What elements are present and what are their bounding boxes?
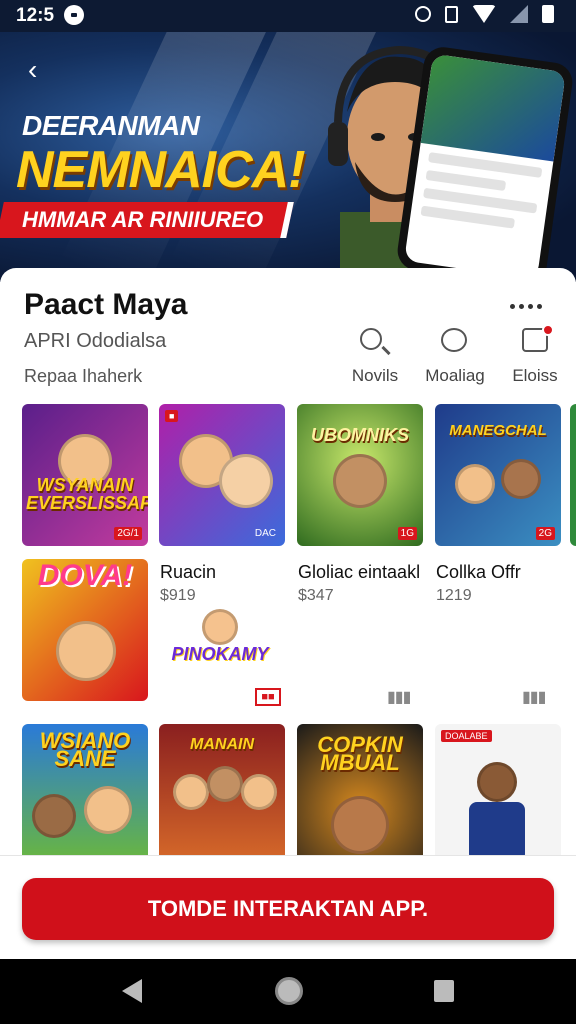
action-messages[interactable]: Eloiss (500, 324, 570, 386)
game-tile-tag: ■ (165, 410, 179, 422)
action-chat[interactable]: Moaliag (420, 326, 490, 386)
hero-ribbon-text: HMMAR AR RINIIUREO (22, 207, 264, 232)
game-tile-partial[interactable] (570, 404, 576, 546)
phone-mockup (395, 44, 575, 282)
character-art (84, 786, 132, 834)
game-tile-title: MANEGCHAL (449, 422, 547, 439)
back-arrow-icon[interactable]: ‹ (28, 56, 50, 84)
game-tile[interactable]: ■ DAC (159, 404, 285, 546)
action-row: Novils Moaliag Eloiss (340, 324, 570, 386)
character-art (56, 621, 116, 681)
nav-home-icon[interactable] (275, 977, 303, 1005)
action-label: Novils (351, 366, 399, 385)
hero-headline-main: NEMNAICA! (16, 141, 306, 199)
character-art (477, 762, 517, 802)
more-options-icon[interactable] (510, 296, 550, 316)
game-name: Gloliac eintaakl (298, 562, 421, 582)
clipboard-icon (445, 5, 458, 23)
game-grid: WSYANAIN EVERSLISSAFE 2G/1 ■ DAC UBOMNIK… (0, 404, 576, 864)
game-tile[interactable]: MANEGCHAL 2G (435, 404, 561, 546)
game-tile[interactable]: DOALABE (435, 724, 561, 864)
navigation-bar (0, 959, 576, 1024)
game-tile[interactable]: DOVA! (22, 559, 148, 701)
character-art (501, 459, 541, 499)
game-info[interactable]: Ruacin $919 (160, 562, 290, 605)
game-info[interactable]: Collka Offr 1219 (436, 562, 566, 605)
character-art (469, 802, 525, 862)
app-title: Paact Maya (24, 288, 188, 321)
game-info[interactable]: Gloliac eintaakl $347 (298, 562, 428, 605)
game-tile[interactable]: COPKIN MBUAL (297, 724, 423, 864)
game-tile-title: MANAIN (190, 736, 254, 753)
character-art (241, 774, 277, 810)
character-art (333, 454, 387, 508)
app-details-sheet: Paact Maya APRI Ododialsa Repaa Ihaherk … (0, 268, 576, 868)
game-tile-title: UBOMNIKS (311, 425, 409, 445)
grid-view-icon[interactable]: ▮▮▮ (387, 687, 419, 706)
signal-icon (510, 5, 528, 23)
alarm-icon (415, 6, 431, 22)
status-time: 12:5 (16, 5, 55, 26)
game-tile[interactable]: MANAIN (159, 724, 285, 864)
hero-banner: ‹ DEERANMAN NEMNAICA! HMMAR AR RINIIUREO (0, 32, 576, 282)
character-art (202, 609, 238, 645)
game-tile-title: WSIANO SANE (39, 728, 131, 771)
action-label: Moaliag (425, 366, 485, 385)
install-app-button[interactable]: TOMDE INTERAKTAN APP. (22, 878, 554, 940)
game-tile[interactable]: PINOKAMY (160, 609, 280, 699)
app-rating-text: Repaa Ihaherk (24, 366, 143, 386)
action-label: Eloiss (512, 366, 558, 385)
nav-recents-icon[interactable] (434, 980, 454, 1002)
battery-icon (542, 5, 554, 23)
action-search[interactable]: Novils (340, 326, 410, 386)
game-tile-badge: DAC (254, 528, 276, 539)
character-art (207, 766, 243, 802)
game-badge-icon: ■■ (255, 688, 281, 706)
game-tile[interactable]: WSIANO SANE (22, 724, 148, 864)
game-tile-title: COPKIN MBUAL (317, 732, 403, 775)
status-bar: 12:5 (0, 0, 576, 32)
wifi-icon (472, 5, 496, 23)
character-art (173, 774, 209, 810)
status-icons (415, 5, 554, 23)
notification-icon (64, 5, 84, 25)
character-art (455, 464, 495, 504)
notification-badge (542, 324, 554, 336)
character-art (32, 794, 76, 838)
character-art (219, 454, 273, 508)
game-tile[interactable]: WSYANAIN EVERSLISSAFE 2G/1 (22, 404, 148, 546)
game-price: $347 (298, 587, 334, 604)
game-name: Collka Offr (436, 562, 521, 582)
game-tile-title: DOVA! (37, 559, 133, 592)
game-name: Ruacin (160, 562, 217, 582)
nav-back-icon[interactable] (122, 979, 142, 1003)
game-tile[interactable]: UBOMNIKS 1G (297, 404, 423, 546)
hero-headline-top: DEERANMAN (22, 110, 200, 141)
game-price: 1219 (436, 587, 472, 604)
game-tile-title: WSYANAIN EVERSLISSAFE (26, 475, 148, 513)
game-tile-badge: 2G (535, 527, 555, 540)
character-art (331, 796, 389, 854)
cta-container: TOMDE INTERAKTAN APP. (0, 855, 576, 959)
search-icon (360, 328, 382, 350)
chat-bubble-icon (441, 328, 467, 352)
app-subtitle: APRI Ododialsa (24, 330, 167, 352)
game-price: $919 (160, 587, 196, 604)
grid-view-icon[interactable]: ▮▮▮ (522, 687, 554, 706)
game-tile-badge: 2G/1 (114, 527, 142, 540)
game-tile-title: PINOKAMY (171, 644, 269, 664)
game-tile-tag: DOALABE (441, 730, 492, 742)
game-tile-badge: 1G (397, 527, 417, 540)
